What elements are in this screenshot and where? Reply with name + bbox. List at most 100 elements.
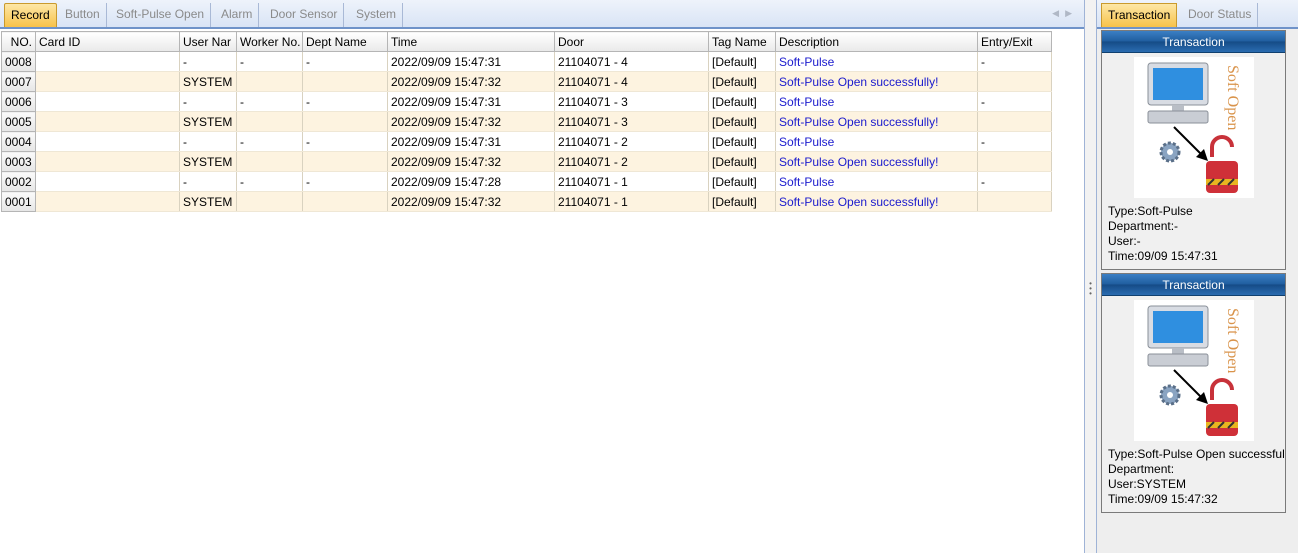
cell-door: 21104071 - 2	[554, 151, 709, 172]
table-row[interactable]: 0002- - -2022/09/09 15:47:28 21104071 - 1 [D…	[1, 171, 1052, 192]
cell-card-id	[35, 71, 180, 92]
cell-card-id	[35, 151, 180, 172]
tab-system[interactable]: System	[350, 3, 404, 27]
cell-time: 2022/09/09 15:47:32	[387, 111, 555, 132]
tab-record[interactable]: Record	[4, 3, 57, 27]
table-row[interactable]: 0006- - -2022/09/09 15:47:31 21104071 - 3 [D…	[1, 91, 1052, 112]
cell-desc: Soft-Pulse Open successfully!	[775, 111, 978, 132]
splitter-grip-icon[interactable]: • • •	[1088, 280, 1093, 298]
table-header-row: NO. Card ID User Nar Worker No. Dept Nam…	[1, 31, 1052, 52]
cell-desc: Soft-Pulse Open successfully!	[775, 71, 978, 92]
cell-user: -	[179, 51, 237, 72]
computer-icon	[1147, 62, 1208, 124]
cell-tag: [Default]	[708, 111, 776, 132]
cell-desc: Soft-Pulse	[775, 51, 978, 72]
cell-entry	[977, 191, 1052, 212]
transaction-card: Transaction	[1101, 30, 1286, 270]
cell-door: 21104071 - 3	[554, 111, 709, 132]
cell-user: -	[179, 91, 237, 112]
tab-transaction[interactable]: Transaction	[1101, 3, 1178, 27]
cell-entry	[977, 151, 1052, 172]
cell-desc: Soft-Pulse	[775, 171, 978, 192]
padlock-open-icon	[1205, 135, 1238, 193]
card-time: Time:09/09 15:47:31	[1108, 249, 1218, 263]
tab-door-status[interactable]: Door Status	[1182, 3, 1259, 27]
tab-door-sensor[interactable]: Door Sensor	[264, 3, 345, 27]
table-body: 0008- - -2022/09/09 15:47:31 21104071 - 4 [D…	[1, 51, 1052, 212]
cell-card-id	[35, 131, 180, 152]
cell-no: 0007	[1, 71, 36, 92]
cell-desc: Soft-Pulse Open successfully!	[775, 151, 978, 172]
cell-time: 2022/09/09 15:47:32	[387, 191, 555, 212]
cell-no: 0001	[1, 191, 36, 212]
tab-scroll-arrows-icon[interactable]: ◀▶	[1052, 8, 1078, 19]
tab-soft-pulse-open[interactable]: Soft-Pulse Open	[110, 3, 212, 27]
col-header-user-name[interactable]: User Nar	[179, 31, 237, 52]
col-header-worker-no[interactable]: Worker No.	[236, 31, 303, 52]
tab-button[interactable]: Button	[59, 3, 107, 27]
cell-tag: [Default]	[708, 51, 776, 72]
cell-dept: -	[302, 171, 388, 192]
cell-dept	[302, 71, 388, 92]
col-header-card-id[interactable]: Card ID	[35, 31, 180, 52]
cell-worker: -	[236, 91, 303, 112]
cell-user: SYSTEM	[179, 191, 237, 212]
table-row[interactable]: 0005 SYSTEM 2022/09/09 15:47:32 21104071 - …	[1, 111, 1052, 132]
card-header: Transaction	[1102, 274, 1285, 296]
cell-worker	[236, 151, 303, 172]
table-row[interactable]: 0008- - -2022/09/09 15:47:31 21104071 - 4 [D…	[1, 51, 1052, 72]
cell-dept	[302, 111, 388, 132]
col-header-time[interactable]: Time	[387, 31, 555, 52]
cell-worker: -	[236, 171, 303, 192]
gear-icon	[1159, 141, 1180, 163]
cell-user: SYSTEM	[179, 151, 237, 172]
table-row[interactable]: 0004- - -2022/09/09 15:47:31 21104071 - 2 [D…	[1, 131, 1052, 152]
card-user: User:SYSTEM	[1108, 477, 1187, 491]
cell-entry: -	[977, 91, 1052, 112]
cell-user: SYSTEM	[179, 71, 237, 92]
cell-card-id	[35, 171, 180, 192]
table-row[interactable]: 0007 SYSTEM 2022/09/09 15:47:32 21104071 - …	[1, 71, 1052, 92]
cell-entry	[977, 111, 1052, 132]
card-time: Time:09/09 15:47:32	[1108, 492, 1218, 506]
col-header-dept-name[interactable]: Dept Name	[302, 31, 388, 52]
cell-entry: -	[977, 171, 1052, 192]
cell-desc: Soft-Pulse	[775, 131, 978, 152]
col-header-door[interactable]: Door	[554, 31, 709, 52]
soft-open-illustration: Soft Open	[1147, 62, 1241, 193]
table-row[interactable]: 0001 SYSTEM 2022/09/09 15:47:32 21104071 - …	[1, 191, 1052, 212]
col-header-description[interactable]: Description	[775, 31, 978, 52]
cell-time: 2022/09/09 15:47:31	[387, 91, 555, 112]
col-header-tag-name[interactable]: Tag Name	[708, 31, 776, 52]
col-header-entry-exit[interactable]: Entry/Exit	[977, 31, 1052, 52]
card-info: Type:Soft-Pulse Open successfully! Depar…	[1102, 441, 1285, 507]
card-department: Department:	[1108, 462, 1175, 476]
cell-user: -	[179, 171, 237, 192]
card-type: Type:Soft-Pulse Open successfully!	[1108, 447, 1285, 461]
cell-entry	[977, 71, 1052, 92]
table-row[interactable]: 0003 SYSTEM 2022/09/09 15:47:32 21104071 - …	[1, 151, 1052, 172]
soft-open-label: Soft Open	[1224, 65, 1241, 130]
soft-open-image: Soft Open	[1133, 57, 1254, 198]
cell-time: 2022/09/09 15:47:32	[387, 71, 555, 92]
cell-door: 21104071 - 4	[554, 51, 709, 72]
cell-worker	[236, 71, 303, 92]
records-tabbar: Record Button Soft-Pulse Open Alarm Door…	[0, 0, 1084, 29]
cell-no: 0002	[1, 171, 36, 192]
panel-splitter[interactable]: • • •	[1084, 0, 1097, 553]
card-info: Type:Soft-Pulse Department:- User:- Time…	[1102, 198, 1285, 264]
soft-open-image: Soft Open	[1133, 300, 1254, 441]
tab-alarm[interactable]: Alarm	[215, 3, 260, 27]
cell-no: 0004	[1, 131, 36, 152]
app-window: Record Button Soft-Pulse Open Alarm Door…	[0, 0, 1298, 553]
cell-worker	[236, 111, 303, 132]
col-header-no[interactable]: NO.	[1, 31, 36, 52]
cell-time: 2022/09/09 15:47:31	[387, 131, 555, 152]
padlock-open-icon	[1205, 378, 1238, 436]
records-table: NO. Card ID User Nar Worker No. Dept Nam…	[1, 31, 1052, 212]
cell-no: 0008	[1, 51, 36, 72]
cell-user: -	[179, 131, 237, 152]
cell-dept	[302, 191, 388, 212]
cell-time: 2022/09/09 15:47:28	[387, 171, 555, 192]
soft-open-label: Soft Open	[1224, 308, 1241, 373]
